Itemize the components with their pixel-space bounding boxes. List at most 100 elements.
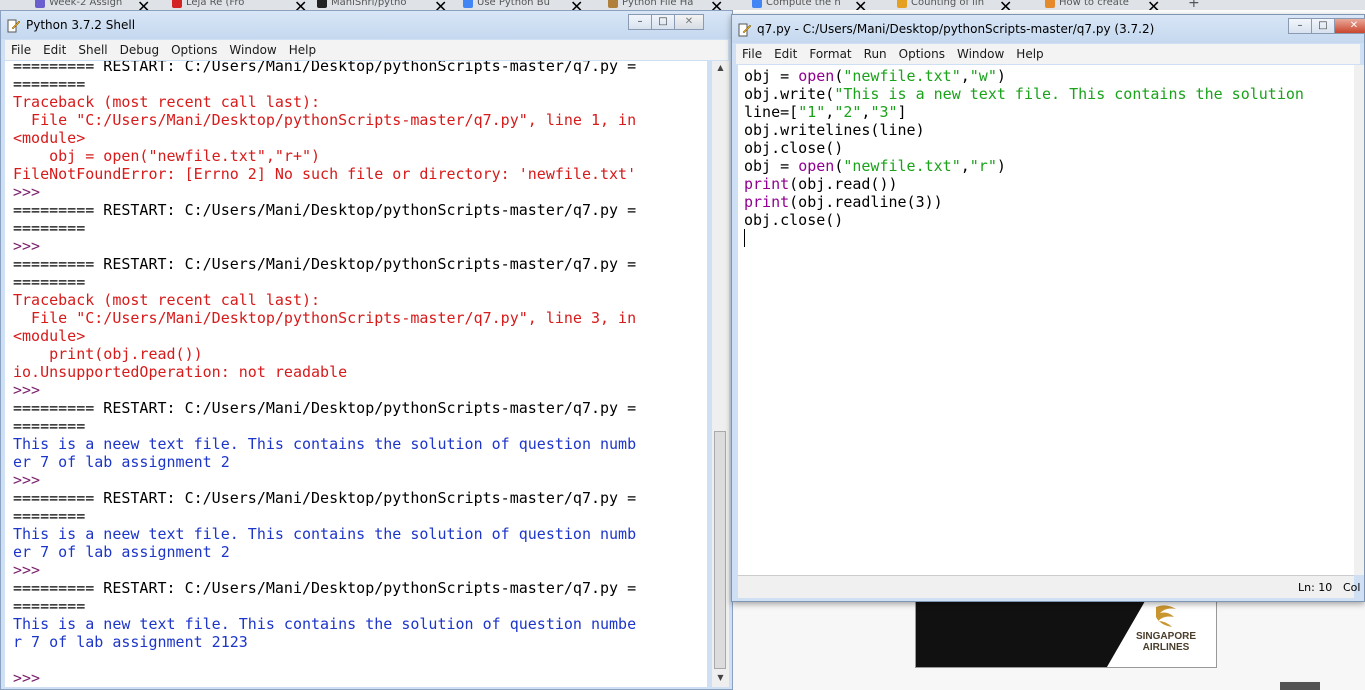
tab-close-icon[interactable]: ✕ [854,0,867,10]
menu-item-options[interactable]: Options [893,47,951,61]
shell-output-line: ======== [13,417,86,435]
tab-close-icon[interactable]: ✕ [999,0,1012,10]
ad-brand-text: SINGAPORE AIRLINES [1121,631,1211,653]
shell-output-line: Traceback (most recent call last): [13,291,321,309]
browser-tab[interactable]: Leja Re (Fro [172,0,292,10]
code-token: , [960,157,970,175]
singapore-airlines-ad[interactable]: SINGAPORE AIRLINES [915,598,1217,668]
browser-tab[interactable]: Use Python Bu [463,0,568,10]
browser-tab-label: Use Python Bu [477,0,550,8]
ad-brand-line2: AIRLINES [1142,642,1190,653]
editor-statusbar: Ln: 10 Col [738,575,1360,598]
tab-close-icon[interactable]: ✕ [137,0,150,10]
status-line-number: Ln: 10 [1298,581,1333,594]
shell-output-line: >>> [13,561,50,579]
menu-item-options[interactable]: Options [165,43,223,57]
new-tab-button[interactable]: + [1188,0,1200,10]
python-shell-window: Python 3.7.2 Shell – □ ✕ File Edit Shell De… [0,10,733,690]
menu-item-help[interactable]: Help [1010,47,1049,61]
tab-close-icon[interactable]: ✕ [570,0,583,10]
code-token: obj.close() [744,139,844,157]
tab-favicon-icon [172,0,182,8]
code-token: ( [834,67,844,85]
code-token: obj.write( [744,85,835,103]
text-caret [744,229,745,247]
code-editor[interactable]: obj = open("newfile.txt","w") obj.write("… [738,65,1354,575]
browser-tab-label: How to create [1059,0,1129,8]
code-token: ) [996,157,1006,175]
scroll-up-arrow-icon[interactable]: ▲ [712,63,729,77]
code-line: obj = open("newfile.txt","w") [744,67,1006,85]
code-token: obj = [744,157,799,175]
code-token: obj.close() [744,211,844,229]
page-gray-button[interactable] [1280,682,1320,690]
tab-favicon-icon [897,0,907,8]
shell-titlebar: Python 3.7.2 Shell – □ ✕ [1,11,732,39]
ad-brand-line1: SINGAPORE [1135,631,1196,642]
shell-output-line: ========= RESTART: C:/Users/Mani/Desktop… [13,61,637,75]
scrollbar-thumb[interactable] [714,431,726,669]
tab-favicon-icon [752,0,762,8]
code-token: "1" [798,103,826,121]
airline-bird-logo-icon [1156,605,1176,627]
editor-title: q7.py - C:/Users/Mani/Desktop/pythonScri… [757,22,1155,36]
menu-item-edit[interactable]: Edit [37,43,72,57]
code-token: "This is a new text file. This contains … [834,85,1304,103]
menu-item-edit[interactable]: Edit [768,47,803,61]
shell-output-line: ========= RESTART: C:/Users/Mani/Desktop… [13,255,637,273]
code-line: print(obj.read()) [744,175,898,193]
close-button[interactable]: ✕ [1334,18,1365,34]
shell-output-line: io.UnsupportedOperation: not readable [13,363,348,381]
close-button[interactable]: ✕ [674,14,704,30]
shell-output-line: >>> [13,183,50,201]
menu-item-file[interactable]: File [736,47,768,61]
menu-item-debug[interactable]: Debug [114,43,165,57]
scroll-down-arrow-icon[interactable]: ▼ [712,673,729,687]
python-idle-icon [738,22,752,37]
tab-favicon-icon [35,0,45,8]
tab-favicon-icon [463,0,473,8]
code-token: ( [834,157,844,175]
shell-output-line: This is a neew text file. This contains … [13,525,637,543]
menu-item-window[interactable]: Window [223,43,282,57]
browser-tab[interactable]: How to create [1045,0,1145,10]
tab-close-icon[interactable]: ✕ [294,0,307,10]
menu-item-shell[interactable]: Shell [72,43,113,57]
code-token: open [798,157,835,175]
code-line: print(obj.readline(3)) [744,193,943,211]
minimize-button[interactable]: – [1288,18,1312,34]
menu-item-help[interactable]: Help [283,43,322,57]
code-token: , [825,103,835,121]
maximize-button[interactable]: □ [1311,18,1335,34]
tab-close-icon[interactable]: ✕ [710,0,723,10]
browser-tab-label: Week-2 Assign [49,0,123,8]
code-token: print [744,193,790,211]
shell-output-line: ========= RESTART: C:/Users/Mani/Desktop… [13,201,637,219]
shell-output[interactable]: ========= RESTART: C:/Users/Mani/Desktop… [5,61,707,687]
shell-output-line: This is a new text file. This contains t… [13,615,637,633]
editor-menubar: File Edit Format Run Options Window Help [736,44,1360,64]
shell-output-line: This is a neew text file. This contains … [13,435,637,453]
browser-tab[interactable]: Week-2 Assign [35,0,135,10]
shell-output-line: <module> [13,327,86,345]
shell-menubar: File Edit Shell Debug Options Window Help [5,40,728,60]
code-token: open [798,67,835,85]
editor-scrollbar[interactable] [1354,65,1364,575]
shell-output-line: ========= RESTART: C:/Users/Mani/Desktop… [13,489,637,507]
shell-output-line: >>> [13,471,50,489]
menu-item-format[interactable]: Format [803,47,857,61]
shell-output-line: ========= RESTART: C:/Users/Mani/Desktop… [13,399,637,417]
menu-item-file[interactable]: File [5,43,37,57]
minimize-button[interactable]: – [628,14,652,30]
shell-scrollbar[interactable]: ▲ ▼ [711,61,729,687]
tab-close-icon[interactable]: ✕ [434,0,447,10]
code-token: (obj.readline(3)) [789,193,943,211]
browser-tab[interactable]: Compute the n [752,0,852,10]
menu-item-run[interactable]: Run [858,47,893,61]
maximize-button[interactable]: □ [651,14,675,30]
browser-tab[interactable]: Counting of lin [897,0,997,10]
tab-close-icon[interactable]: ✕ [1147,0,1160,10]
menu-item-window[interactable]: Window [951,47,1010,61]
browser-tab[interactable]: Python File Ha [608,0,708,10]
browser-tab[interactable]: ManiShri/pytho [317,0,432,10]
